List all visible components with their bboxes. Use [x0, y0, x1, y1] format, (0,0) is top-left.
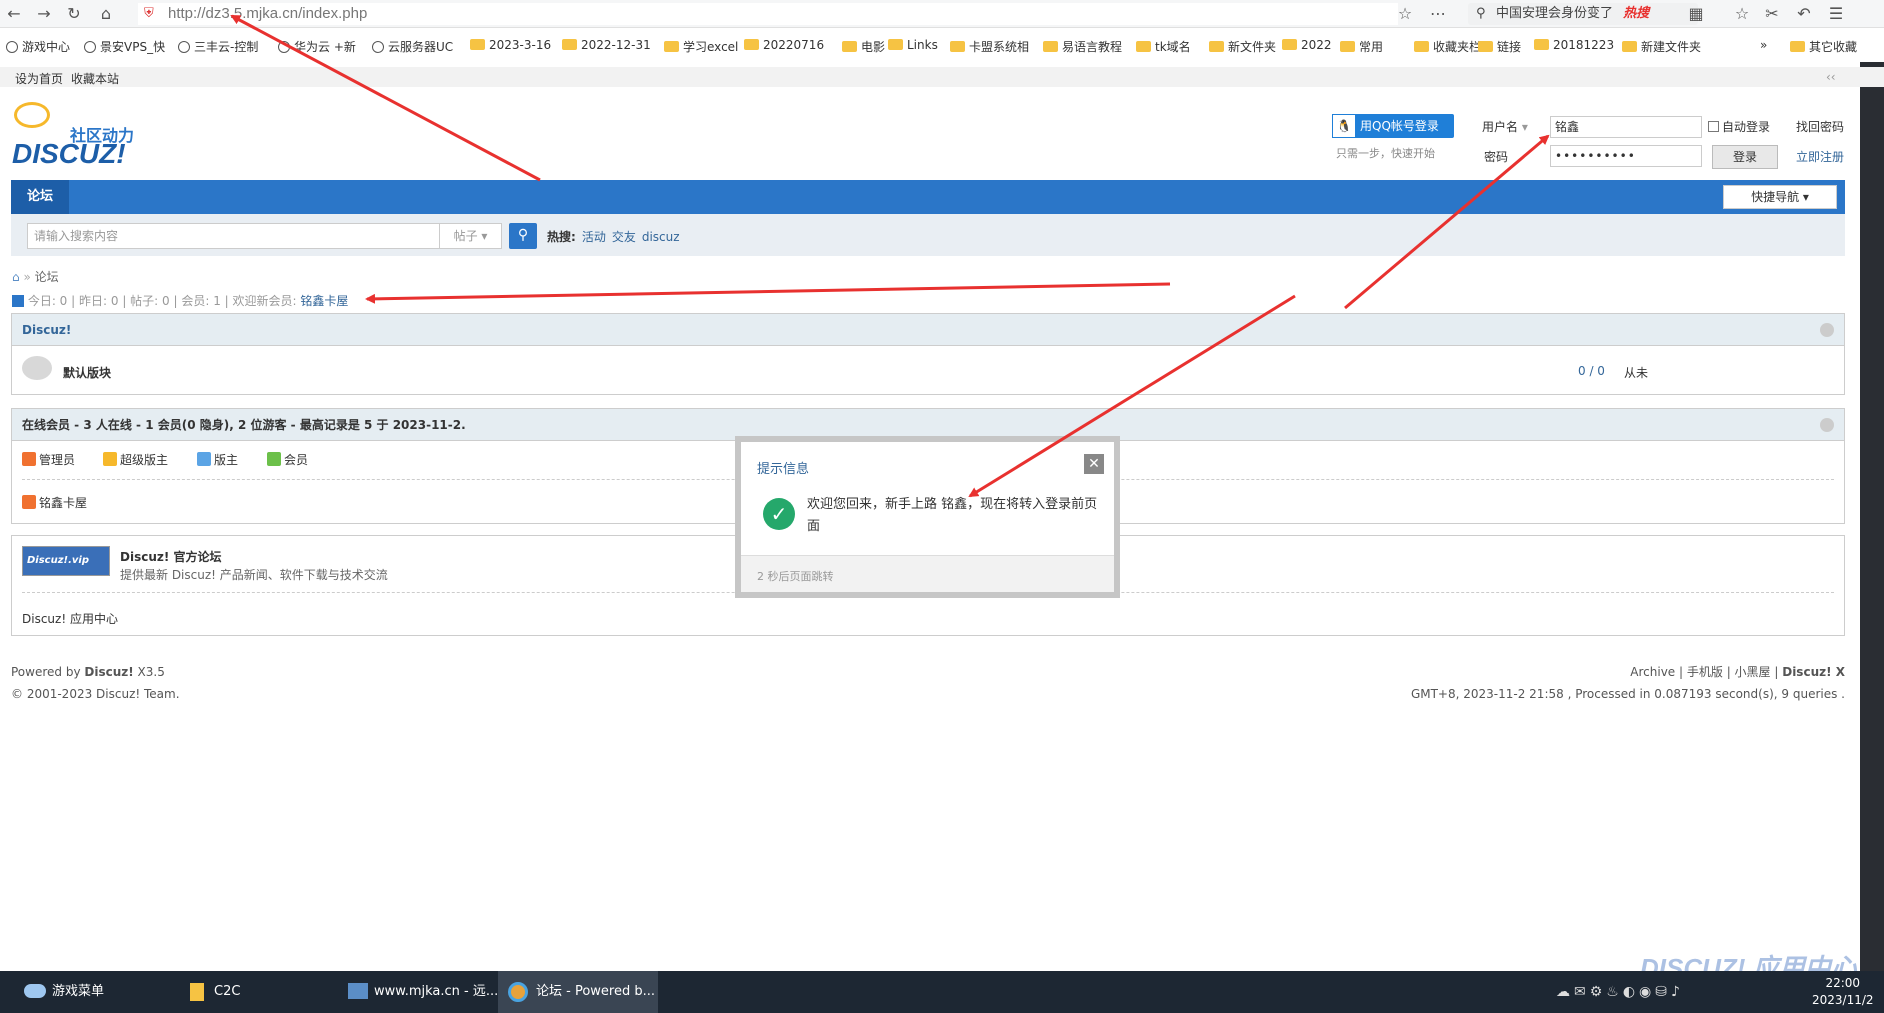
- taskbar-label: 游戏菜单: [52, 984, 105, 999]
- clock-time: 22:00: [1825, 976, 1861, 990]
- arrow-to-username: [1344, 134, 1550, 310]
- clock[interactable]: 22:00 2023/11/2: [1812, 975, 1874, 1009]
- taskbar: 游戏菜单 C2C www.mjka.cn - 远... 论坛 - Powered…: [0, 971, 1884, 1013]
- annotation-arrows: [230, 14, 1550, 498]
- tray-icons[interactable]: ☁✉⚙♨◐◉⛁♪: [1556, 971, 1776, 1013]
- taskbar-label: 论坛 - Powered b...: [536, 984, 656, 999]
- taskbar-label: C2C: [214, 984, 241, 999]
- taskbar-item[interactable]: C2C: [190, 971, 240, 1013]
- taskbar-item[interactable]: 游戏菜单: [24, 971, 104, 1013]
- taskbar-item-active[interactable]: 论坛 - Powered b...: [498, 971, 658, 1013]
- arrow-to-new-member: [365, 282, 1171, 304]
- cloud-icon: [24, 984, 46, 998]
- arrow-to-url: [230, 14, 541, 182]
- clock-date: 2023/11/2: [1812, 993, 1874, 1007]
- file-icon: [190, 983, 204, 1001]
- taskbar-label: www.mjka.cn - 远...: [374, 984, 499, 999]
- arrow-to-popup: [968, 294, 1296, 498]
- browser-icon: [508, 982, 528, 1002]
- taskbar-item[interactable]: www.mjka.cn - 远...: [348, 971, 498, 1013]
- remote-desktop-icon: [348, 983, 368, 999]
